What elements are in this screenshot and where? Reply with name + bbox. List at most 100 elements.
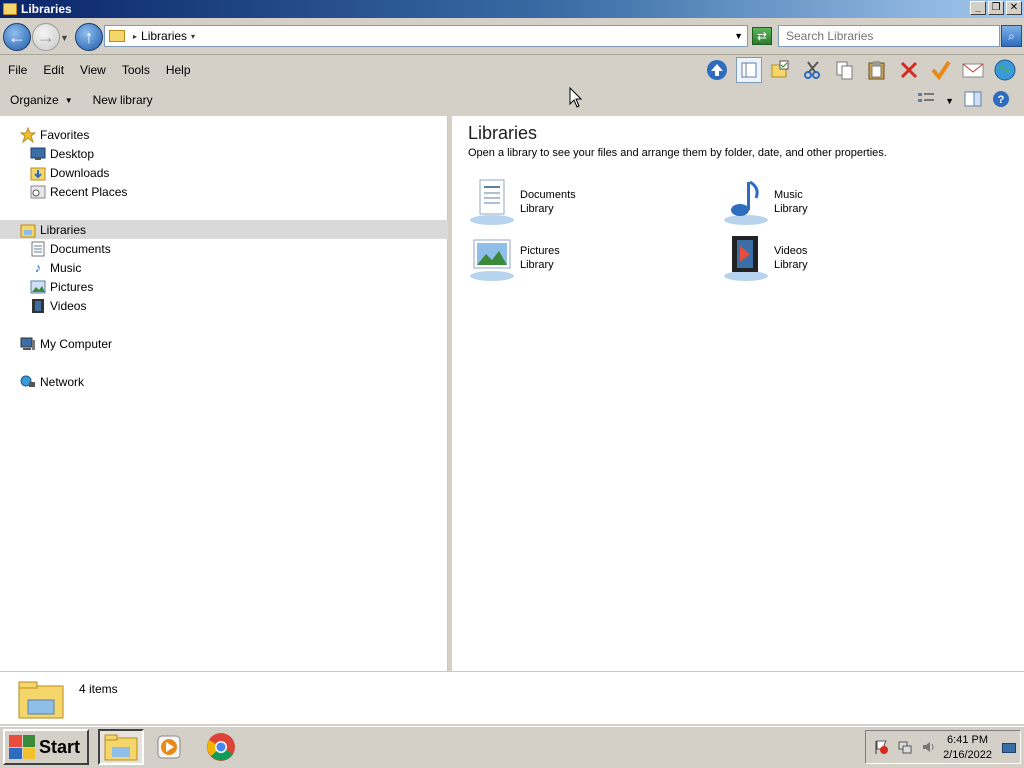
toolbar-icons bbox=[704, 56, 1018, 84]
navigation-pane: Favorites Desktop Downloads Recent Place… bbox=[0, 116, 448, 671]
content-pane: Libraries Open a library to see your fil… bbox=[452, 116, 1024, 671]
libraries-folder-icon bbox=[20, 222, 36, 238]
taskbar-media-player-button[interactable] bbox=[146, 729, 192, 765]
copy-icon[interactable] bbox=[832, 57, 858, 83]
menu-view[interactable]: View bbox=[72, 63, 114, 77]
tree-item-favorites[interactable]: Favorites bbox=[0, 125, 448, 144]
maximize-button[interactable]: ❐ bbox=[988, 1, 1004, 15]
library-type: Library bbox=[520, 259, 554, 271]
library-name: Music bbox=[774, 189, 803, 201]
network-status-icon[interactable] bbox=[896, 738, 914, 756]
new-library-button[interactable]: New library bbox=[83, 93, 163, 107]
up-button[interactable]: ↑ bbox=[75, 23, 103, 51]
pictures-icon bbox=[30, 279, 46, 295]
tree-label: Videos bbox=[50, 298, 87, 313]
library-type: Library bbox=[520, 203, 554, 215]
libraries-folder-icon bbox=[109, 30, 125, 42]
recent-pages-dropdown-icon[interactable]: ▼ bbox=[60, 33, 69, 43]
tree-item-my-computer[interactable]: My Computer bbox=[0, 334, 448, 353]
chevron-down-icon: ▼ bbox=[64, 95, 73, 105]
internet-globe-icon[interactable] bbox=[992, 57, 1018, 83]
taskbar: Start 6:41 PM 2/16/2022 bbox=[0, 726, 1024, 768]
network-icon bbox=[20, 374, 36, 390]
action-center-flag-icon[interactable] bbox=[872, 738, 890, 756]
item-count: 4 items bbox=[79, 682, 118, 696]
search-button[interactable]: ⌕ bbox=[1001, 25, 1022, 47]
tree-label: Favorites bbox=[40, 127, 90, 142]
breadcrumb-dropdown-icon[interactable]: ▾ bbox=[191, 32, 195, 41]
svg-text:?: ? bbox=[998, 94, 1005, 106]
preview-pane-icon[interactable] bbox=[736, 57, 762, 83]
tree-label: Downloads bbox=[50, 165, 110, 180]
delete-icon[interactable] bbox=[896, 57, 922, 83]
menu-tools[interactable]: Tools bbox=[114, 63, 158, 77]
taskbar-explorer-button[interactable] bbox=[98, 729, 144, 765]
organize-button[interactable]: Organize ▼ bbox=[0, 93, 83, 107]
paste-icon[interactable] bbox=[864, 57, 890, 83]
view-controls: ▼ ? bbox=[917, 90, 1010, 111]
library-name: Documents bbox=[520, 189, 576, 201]
tree-label: Music bbox=[50, 260, 82, 275]
volume-icon[interactable] bbox=[920, 738, 938, 756]
library-type: Library bbox=[774, 259, 808, 271]
clock-time: 6:41 PM bbox=[947, 734, 989, 746]
show-desktop-icon[interactable] bbox=[1002, 743, 1016, 753]
tree-item-recent-places[interactable]: Recent Places bbox=[0, 182, 448, 201]
tree-label: Network bbox=[40, 374, 85, 389]
search-input[interactable] bbox=[778, 25, 1000, 47]
clock[interactable]: 6:41 PM 2/16/2022 bbox=[943, 733, 992, 763]
new-library-label: New library bbox=[92, 93, 153, 107]
library-type: Library bbox=[774, 203, 808, 215]
folder-options-icon[interactable] bbox=[768, 57, 794, 83]
menu-help[interactable]: Help bbox=[158, 63, 199, 77]
forward-button[interactable]: → bbox=[32, 23, 60, 51]
library-pictures[interactable]: Pictures Library bbox=[468, 232, 708, 284]
chevron-down-icon[interactable]: ▼ bbox=[945, 96, 954, 106]
refresh-button[interactable]: ⇄ bbox=[752, 27, 772, 45]
documents-library-icon bbox=[468, 178, 516, 226]
properties-checkmark-icon[interactable] bbox=[928, 57, 954, 83]
tree-item-videos[interactable]: Videos bbox=[0, 296, 448, 315]
help-icon[interactable]: ? bbox=[992, 90, 1010, 111]
pictures-library-icon bbox=[468, 234, 516, 282]
cut-icon[interactable] bbox=[800, 57, 826, 83]
back-button[interactable]: ← bbox=[3, 23, 31, 51]
command-bar: Organize ▼ New library bbox=[0, 85, 1024, 115]
close-button[interactable]: ✕ bbox=[1006, 1, 1022, 15]
tree-item-downloads[interactable]: Downloads bbox=[0, 163, 448, 182]
tree-item-documents[interactable]: Documents bbox=[0, 239, 448, 258]
tree-item-music[interactable]: ♪ Music bbox=[0, 258, 448, 277]
tree-label: Pictures bbox=[50, 279, 94, 294]
change-view-icon[interactable] bbox=[917, 91, 935, 110]
computer-icon bbox=[20, 336, 36, 352]
breadcrumb-arrow-icon[interactable]: ▸ bbox=[133, 32, 137, 41]
tree-item-libraries[interactable]: Libraries bbox=[0, 220, 448, 239]
address-history-dropdown-icon[interactable]: ▼ bbox=[734, 31, 743, 41]
start-button[interactable]: Start bbox=[3, 729, 89, 765]
menu-edit[interactable]: Edit bbox=[35, 63, 72, 77]
tree-item-network[interactable]: Network bbox=[0, 372, 448, 391]
window-controls: _ ❐ ✕ bbox=[970, 1, 1022, 15]
page-description: Open a library to see your files and arr… bbox=[468, 147, 887, 159]
minimize-button[interactable]: _ bbox=[970, 1, 986, 15]
menu-file[interactable]: File bbox=[0, 63, 35, 77]
library-documents[interactable]: Documents Library bbox=[468, 176, 708, 228]
taskbar-chrome-button[interactable] bbox=[198, 729, 244, 765]
music-note-icon: ♪ bbox=[34, 260, 42, 275]
preview-pane-toggle-icon[interactable] bbox=[964, 91, 982, 110]
tree-item-pictures[interactable]: Pictures bbox=[0, 277, 448, 296]
library-music[interactable]: Music Library bbox=[722, 176, 962, 228]
library-name: Videos bbox=[774, 245, 808, 257]
tree-label: Desktop bbox=[50, 146, 95, 161]
clock-date: 2/16/2022 bbox=[943, 749, 992, 761]
breadcrumb-libraries[interactable]: Libraries bbox=[141, 29, 187, 43]
tree-item-desktop[interactable]: Desktop bbox=[0, 144, 448, 163]
videos-filmstrip-icon bbox=[30, 298, 46, 314]
details-pane: 4 items bbox=[0, 671, 1024, 724]
up-folder-icon[interactable] bbox=[704, 57, 730, 83]
explorer-folder-icon bbox=[104, 734, 138, 761]
address-bar[interactable]: ▸ Libraries ▾ ▼ bbox=[104, 25, 748, 47]
email-icon[interactable] bbox=[960, 57, 986, 83]
library-videos[interactable]: Videos Library bbox=[722, 232, 962, 284]
star-icon bbox=[20, 126, 36, 143]
